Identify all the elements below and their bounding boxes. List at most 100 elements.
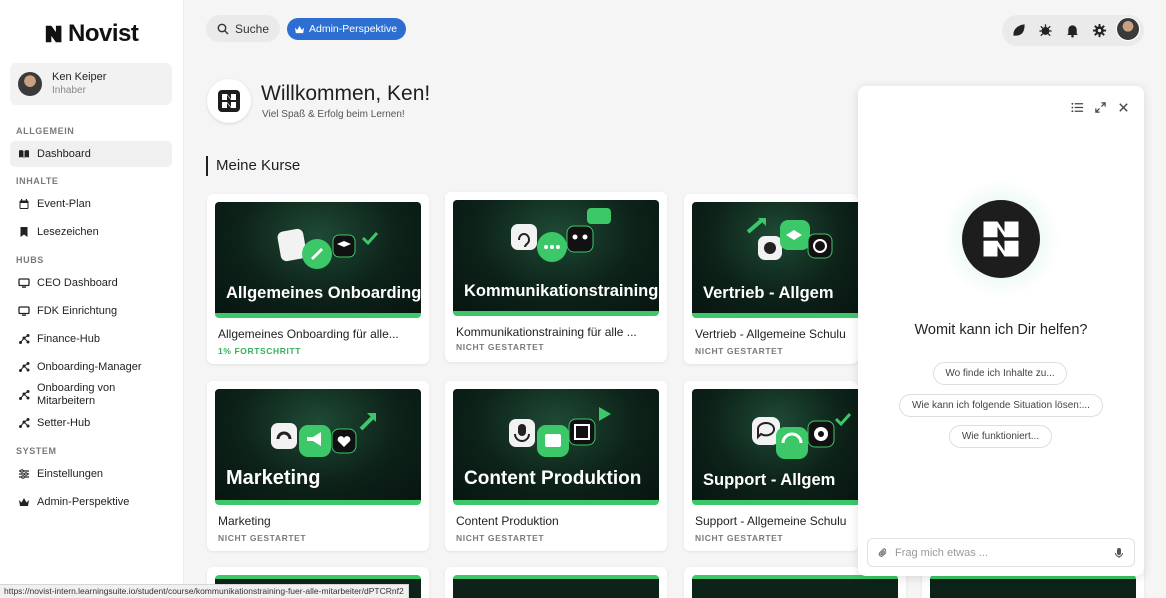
- course-thumbnail-title: Support - Allgem: [703, 471, 836, 489]
- bell-icon[interactable]: [1065, 23, 1080, 38]
- course-illustration-icon: [511, 208, 611, 262]
- course-card[interactable]: Allgemeines Onboarding Allgemeines Onboa…: [207, 194, 429, 364]
- network-icon: [18, 333, 30, 345]
- status-bar-url: https://novist-intern.learningsuite.io/s…: [0, 584, 409, 598]
- assistant-prompt-title: Womit kann ich Dir helfen?: [914, 322, 1088, 338]
- paperclip-icon[interactable]: [877, 547, 889, 559]
- user-name: Ken Keiper: [52, 71, 107, 83]
- sidebar-item-finance-hub[interactable]: Finance-Hub: [10, 326, 172, 352]
- crown-icon: [294, 25, 305, 33]
- novist-logo-icon: [218, 90, 240, 112]
- sidebar-item-label: CEO Dashboard: [37, 277, 118, 289]
- sidebar-item-admin-perspektive[interactable]: Admin-Perspektive: [10, 489, 172, 515]
- sidebar-item-dashboard[interactable]: Dashboard: [10, 141, 172, 167]
- course-progress-status: NICHT GESTARTET: [695, 346, 784, 356]
- course-title: Content Produktion: [456, 514, 559, 528]
- course-title: Vertrieb - Allgemeine Schulu: [695, 327, 846, 341]
- bookmark-icon: [18, 226, 30, 238]
- search-icon: [217, 23, 229, 34]
- course-card[interactable]: [445, 567, 667, 598]
- course-illustration-icon: [277, 228, 379, 269]
- course-thumbnail: [692, 575, 898, 598]
- gear-icon[interactable]: [1092, 23, 1107, 38]
- welcome-brand-icon: [207, 79, 251, 123]
- sidebar-item-label: Onboarding-Manager: [37, 361, 142, 373]
- close-icon[interactable]: [1116, 100, 1130, 114]
- course-thumbnail: Support - Allgem: [692, 389, 858, 505]
- course-thumbnail: [930, 575, 1136, 598]
- course-progress-status: 1% FORTSCHRITT: [218, 346, 302, 356]
- course-thumbnail: Marketing: [215, 389, 421, 505]
- course-progress-status: NICHT GESTARTET: [456, 342, 545, 352]
- section-label-allgemein: ALLGEMEIN: [16, 126, 75, 136]
- course-title: Allgemeines Onboarding für alle...: [218, 327, 399, 341]
- monitor-icon: [18, 277, 30, 289]
- bug-icon[interactable]: [1038, 23, 1053, 38]
- section-label-inhalte: INHALTE: [16, 176, 59, 186]
- sidebar-item-label: Finance-Hub: [37, 333, 100, 345]
- suggestion-chip[interactable]: Wie kann ich folgende Situation lösen:..…: [899, 394, 1103, 417]
- network-icon: [18, 417, 30, 429]
- assistant-avatar: [962, 200, 1040, 278]
- novist-logo-icon: [45, 25, 62, 43]
- assistant-chat-panel: Womit kann ich Dir helfen? Wo finde ich …: [858, 86, 1144, 576]
- sidebar-item-event-plan[interactable]: Event-Plan: [10, 191, 172, 217]
- course-illustration-icon: [509, 407, 611, 457]
- sidebar-item-einstellungen[interactable]: Einstellungen: [10, 461, 172, 487]
- course-title: Support - Allgemeine Schulu: [695, 514, 847, 528]
- course-thumbnail: Content Produktion: [453, 389, 659, 505]
- suggestion-chip[interactable]: Wie funktioniert...: [949, 425, 1052, 448]
- course-thumbnail-title: Kommunikationstraining: [464, 282, 659, 300]
- user-role: Inhaber: [52, 85, 86, 96]
- course-card[interactable]: Content Produktion Content Produktion NI…: [445, 381, 667, 551]
- welcome-title: Willkommen, Ken!: [261, 82, 431, 105]
- course-progress-status: NICHT GESTARTET: [456, 533, 545, 543]
- course-illustration-icon: [746, 218, 833, 260]
- suggestion-chip[interactable]: Wo finde ich Inhalte zu...: [933, 362, 1067, 385]
- course-thumbnail: Kommunikationstraining: [453, 200, 659, 316]
- sidebar-item-label: Setter-Hub: [37, 417, 91, 429]
- user-card[interactable]: Ken Keiper Inhaber: [10, 63, 172, 105]
- sidebar-item-label: Admin-Perspektive: [37, 496, 130, 508]
- novist-logo-icon: [983, 221, 1019, 257]
- book-open-icon: [18, 148, 30, 160]
- sidebar-item-ceo-dashboard[interactable]: CEO Dashboard: [10, 270, 172, 296]
- user-avatar-menu[interactable]: [1116, 17, 1140, 41]
- course-illustration-icon: [752, 412, 852, 459]
- course-card[interactable]: Marketing Marketing NICHT GESTARTET: [207, 381, 429, 551]
- course-card[interactable]: Support - Allgem Support - Allgemeine Sc…: [684, 381, 858, 551]
- course-thumbnail: Vertrieb - Allgem: [692, 202, 858, 318]
- course-thumbnail-title: Vertrieb - Allgem: [703, 284, 834, 302]
- sidebar-item-lesezeichen[interactable]: Lesezeichen: [10, 219, 172, 245]
- calendar-icon: [18, 198, 30, 210]
- courses-section-title: Meine Kurse: [206, 156, 300, 176]
- section-label-hubs: HUBS: [16, 255, 44, 265]
- course-thumbnail-title: Marketing: [226, 467, 321, 489]
- welcome-subtitle: Viel Spaß & Erfolg beim Lernen!: [262, 109, 405, 120]
- expand-icon[interactable]: [1093, 100, 1107, 114]
- brand-logo[interactable]: Novist: [44, 20, 139, 48]
- course-title: Marketing: [218, 514, 271, 528]
- course-card[interactable]: Kommunikationstraining Kommunikationstra…: [445, 192, 667, 362]
- microphone-icon[interactable]: [1113, 547, 1125, 559]
- brand-name: Novist: [68, 20, 139, 47]
- course-thumbnail-title: Allgemeines Onboarding: [226, 284, 421, 302]
- sidebar-item-setter-hub[interactable]: Setter-Hub: [10, 410, 172, 436]
- sidebar-item-label: Lesezeichen: [37, 226, 99, 238]
- chat-input[interactable]: Frag mich etwas ...: [867, 538, 1135, 567]
- leaf-icon[interactable]: [1011, 23, 1026, 38]
- sidebar-item-label: FDK Einrichtung: [37, 305, 118, 317]
- course-card[interactable]: Vertrieb - Allgem Vertrieb - Allgemeine …: [684, 194, 858, 364]
- sidebar-item-onboarding-manager[interactable]: Onboarding-Manager: [10, 354, 172, 380]
- network-icon: [18, 389, 30, 401]
- course-progress-status: NICHT GESTARTET: [218, 533, 307, 543]
- search-button[interactable]: Suche: [206, 15, 280, 42]
- sidebar-item-label: Onboarding von Mitarbeitern: [37, 382, 116, 407]
- network-icon: [18, 361, 30, 373]
- sidebar-item-label: Event-Plan: [37, 198, 91, 210]
- admin-perspective-badge[interactable]: Admin-Perspektive: [287, 18, 407, 40]
- list-icon[interactable]: [1070, 100, 1084, 114]
- sidebar-item-fdk-einrichtung[interactable]: FDK Einrichtung: [10, 298, 172, 324]
- sidebar-item-label: Einstellungen: [37, 468, 104, 480]
- sidebar-item-onboarding-von-mitarbeitern[interactable]: Onboarding von Mitarbeitern: [10, 379, 172, 411]
